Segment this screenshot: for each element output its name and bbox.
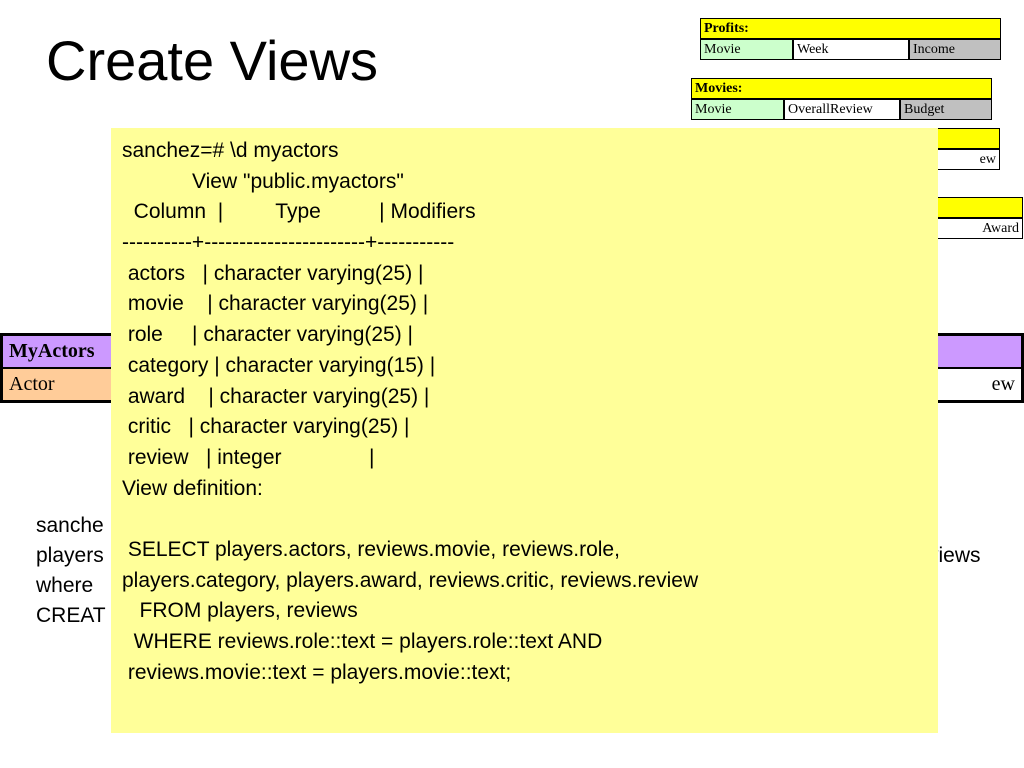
terminal-line: reviews.movie::text = players.movie::tex… [122,660,512,684]
terminal-line: review | integer | [122,445,375,469]
terminal-line: View "public.myactors" [122,169,404,193]
terminal-line: players.category, players.award, reviews… [122,568,699,592]
slide-title: Create Views [46,29,379,92]
background-line: sanche [36,514,104,537]
terminal-line: critic | character varying(25) | [122,415,410,439]
movies-col-overallreview: OverallReview [784,99,900,120]
terminal-line: award | character varying(25) | [122,384,430,408]
movies-header: Movies: [691,78,992,99]
terminal-line: FROM players, reviews [122,599,358,623]
movies-col-budget: Budget [900,99,992,120]
profits-table: Profits: Movie Week Income [700,18,1001,60]
terminal-line: actors | character varying(25) | [122,261,424,285]
terminal-line: sanchez=# \d myactors [122,139,339,162]
background-line: players [36,544,104,567]
profits-col-week: Week [793,39,909,60]
profits-header: Profits: [700,18,1001,39]
terminal-line: SELECT players.actors, reviews.movie, re… [122,537,620,561]
terminal-line: role | character varying(25) | [122,323,414,347]
terminal-line: WHERE reviews.role::text = players.role:… [122,630,603,653]
background-line: CREAT [36,604,106,627]
terminal-output-box: sanchez=# \d myactors View "public.myact… [111,128,938,733]
terminal-line: category | character varying(15) | [122,353,436,377]
profits-col-income: Income [909,39,1001,60]
background-sql-text: sanche players where CREAT [36,511,106,631]
terminal-line: Column | Type | Modifiers [122,200,476,224]
terminal-line: View definition: [122,476,263,500]
profits-col-movie: Movie [700,39,793,60]
movies-table: Movies: Movie OverallReview Budget [691,78,992,120]
background-line: where [36,574,94,597]
terminal-line: ----------+-----------------------+-----… [122,231,455,255]
terminal-line: movie | character varying(25) | [122,292,429,316]
movies-col-movie: Movie [691,99,784,120]
